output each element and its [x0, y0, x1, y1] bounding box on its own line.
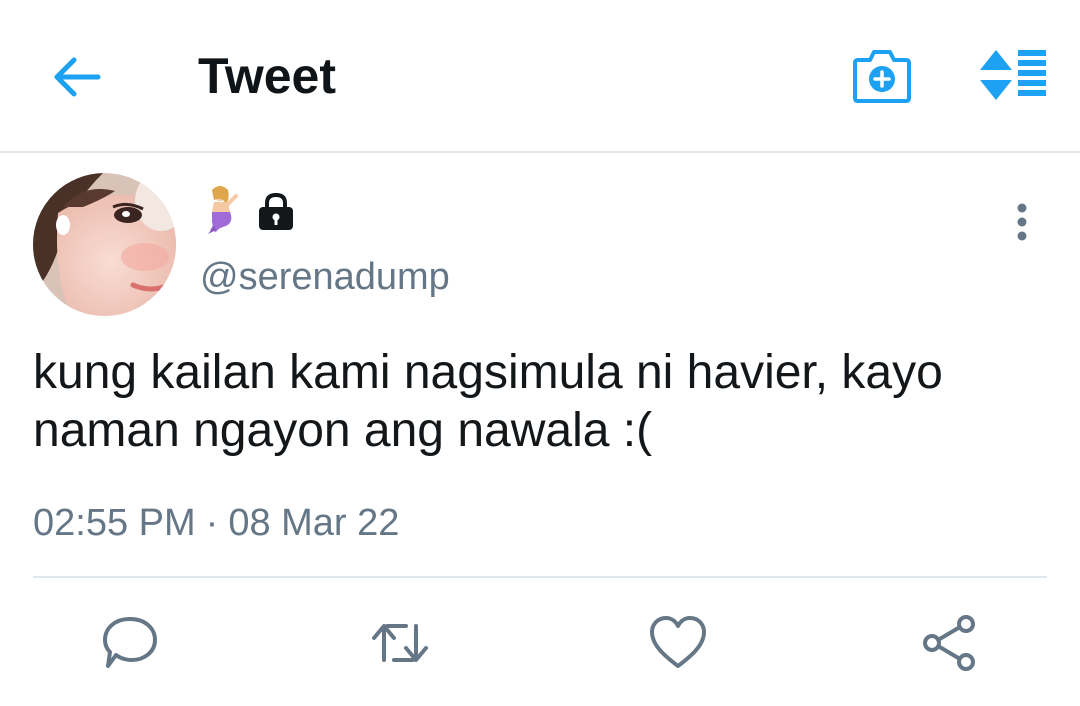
like-button[interactable]: [648, 614, 708, 672]
timestamp-separator: ·: [205, 502, 219, 544]
more-options-button[interactable]: [1002, 200, 1042, 244]
page-title: Tweet: [198, 48, 336, 104]
tweet-time: 02:55 PM: [33, 502, 196, 544]
back-button[interactable]: [50, 50, 104, 104]
reply-button[interactable]: [100, 614, 160, 672]
more-vertical-icon: [1017, 203, 1027, 241]
share-icon: [923, 615, 975, 671]
sort-list-icon: [980, 50, 1046, 100]
tweet-timestamp: 02:55 PM · 08 Mar 22: [33, 500, 399, 546]
reply-icon: [103, 617, 157, 668]
heart-icon: [650, 616, 706, 668]
mermaid-emoji: [208, 186, 238, 234]
actions-divider: [33, 576, 1047, 578]
arrow-left-icon: [54, 57, 101, 97]
avatar[interactable]: [33, 173, 176, 316]
camera-plus-icon: [853, 50, 911, 103]
profile-photo: [33, 173, 176, 316]
user-handle[interactable]: @serenadump: [200, 254, 450, 300]
retweet-icon: [372, 624, 428, 662]
lock-icon: [259, 192, 293, 230]
camera-button[interactable]: [852, 46, 912, 104]
tweet-date: 08 Mar 22: [228, 502, 400, 544]
sort-button[interactable]: [978, 48, 1048, 102]
top-app-bar: Tweet: [0, 0, 1080, 153]
tweet-text: kung kailan kami nagsimula ni havier, ka…: [33, 346, 943, 457]
share-button[interactable]: [920, 614, 980, 672]
retweet-button[interactable]: [370, 614, 430, 672]
header-divider: [0, 151, 1080, 153]
